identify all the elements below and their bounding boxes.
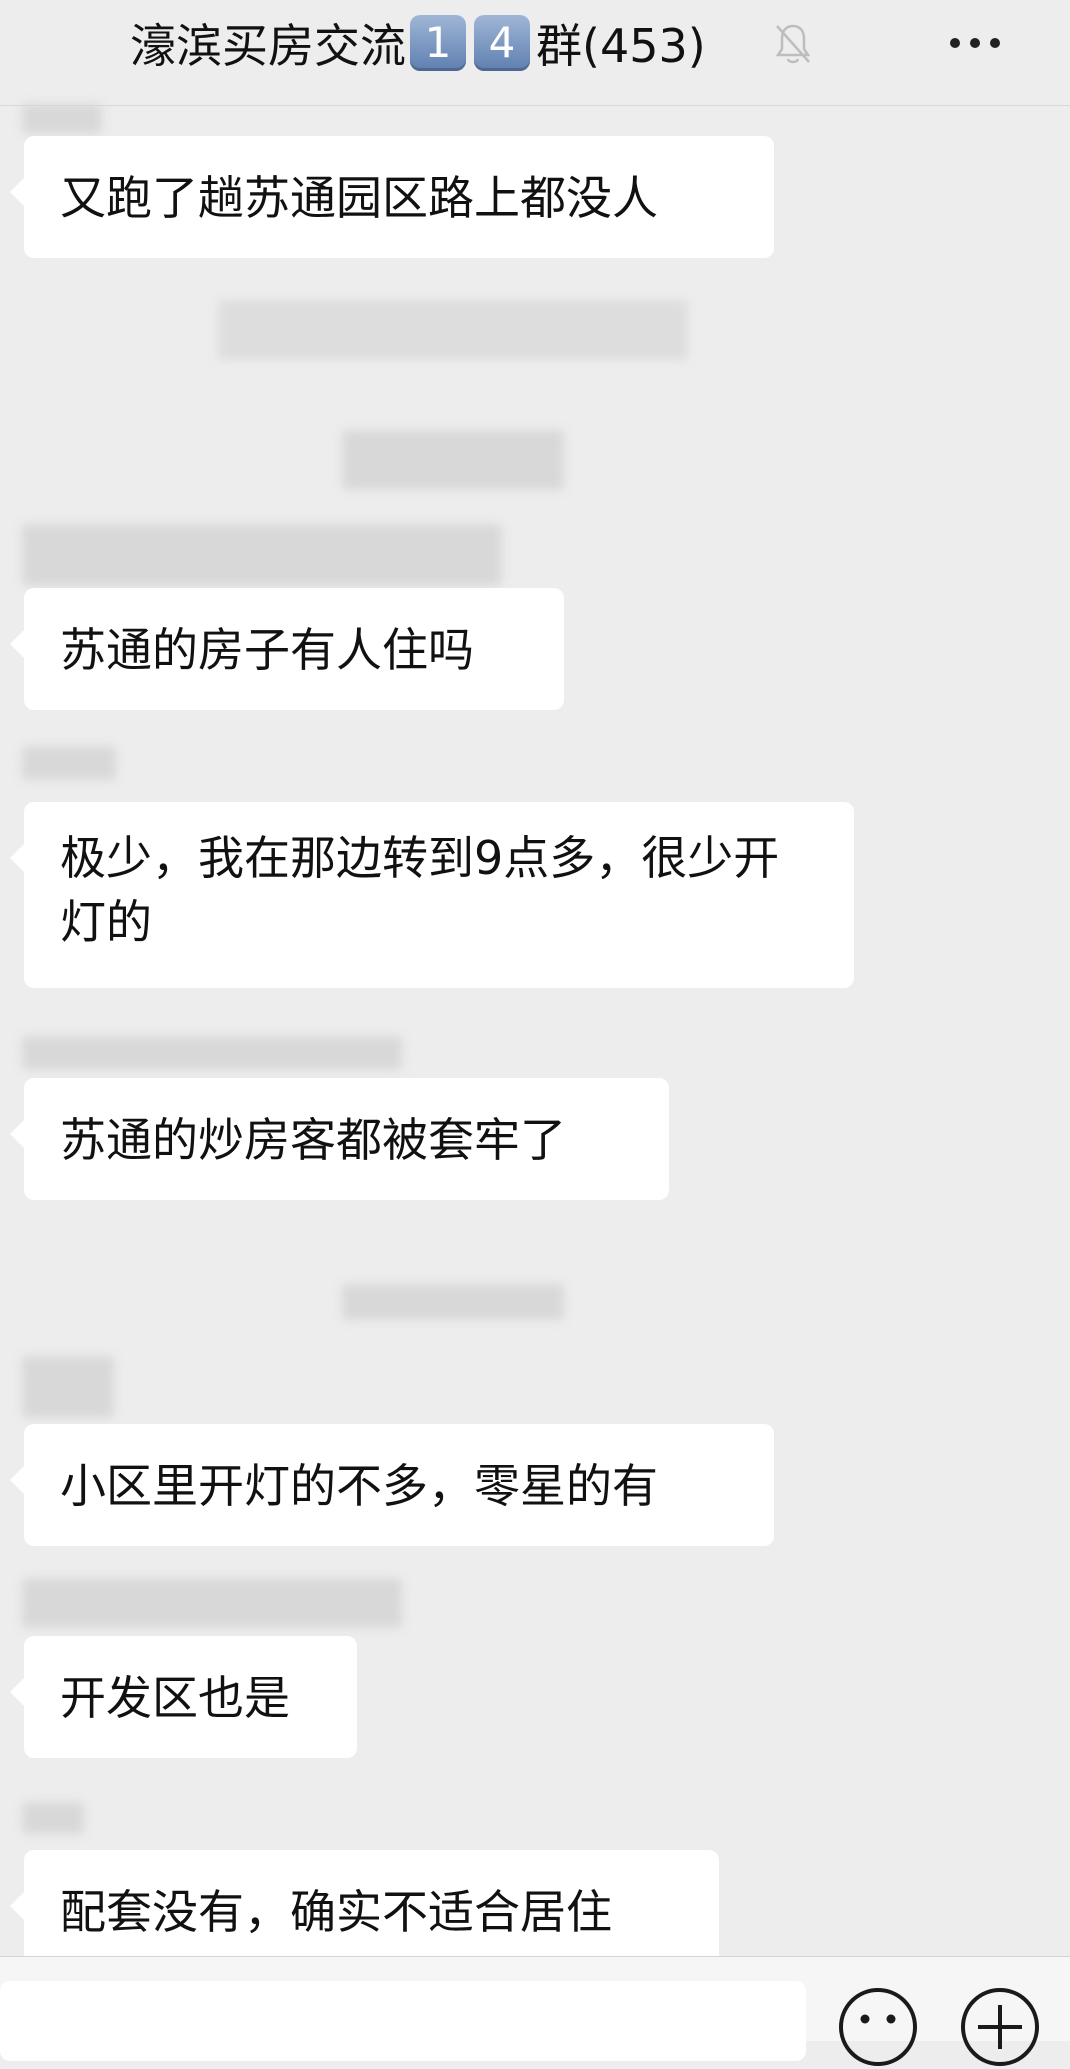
message-input[interactable] xyxy=(0,1981,806,2061)
blurred-sender-name xyxy=(22,1356,114,1418)
number-badge-1: 1 xyxy=(410,15,466,71)
message-bubble[interactable]: 开发区也是 xyxy=(10,1636,357,1758)
blurred-timestamp xyxy=(342,1284,564,1320)
chat-title-text: 濠滨买房交流 xyxy=(130,19,406,73)
message-text: 又跑了趟苏通园区路上都没人 xyxy=(60,171,658,225)
member-count: 群(453) xyxy=(536,19,706,73)
message-text: 苏通的炒房客都被套牢了 xyxy=(60,1113,566,1167)
message-text: 苏通的房子有人住吗 xyxy=(60,623,474,677)
blurred-sender-name xyxy=(22,1578,402,1628)
blurred-timestamp xyxy=(342,430,564,490)
message-text: 极少，我在那边转到9点多，很少开灯的 xyxy=(60,831,780,949)
chat-title: 濠滨买房交流 1 4 群(453) xyxy=(130,12,706,74)
chat-header: 濠滨买房交流 1 4 群(453) xyxy=(0,0,1070,106)
blurred-sender-name xyxy=(22,746,116,780)
emoji-face-icon[interactable] xyxy=(836,1985,920,2069)
message-text: 开发区也是 xyxy=(60,1671,290,1725)
message-bubble[interactable]: 极少，我在那边转到9点多，很少开灯的 xyxy=(10,802,854,988)
message-bubble[interactable]: 苏通的房子有人住吗 xyxy=(10,588,564,710)
input-bar xyxy=(0,1956,1070,2066)
plus-circle-icon[interactable] xyxy=(958,1985,1042,2069)
message-bubble[interactable]: 苏通的炒房客都被套牢了 xyxy=(10,1078,669,1200)
bell-slash-icon xyxy=(775,24,811,64)
blurred-sender-name xyxy=(22,104,102,134)
message-bubble[interactable]: 小区里开灯的不多，零星的有 xyxy=(10,1424,774,1546)
message-text: 配套没有，确实不适合居住 xyxy=(60,1885,612,1939)
more-dots-icon xyxy=(950,38,960,48)
message-text: 小区里开灯的不多，零星的有 xyxy=(60,1459,658,1513)
number-badge-4: 4 xyxy=(474,15,530,71)
more-button[interactable] xyxy=(940,20,1010,64)
message-bubble[interactable]: 又跑了趟苏通园区路上都没人 xyxy=(10,136,774,258)
blurred-timestamp xyxy=(218,300,688,360)
blurred-sender-name xyxy=(22,1036,402,1070)
message-bubble[interactable]: 配套没有，确实不适合居住 xyxy=(10,1850,719,1972)
blurred-sender-name xyxy=(22,1802,84,1834)
blurred-sender-name xyxy=(22,524,502,586)
